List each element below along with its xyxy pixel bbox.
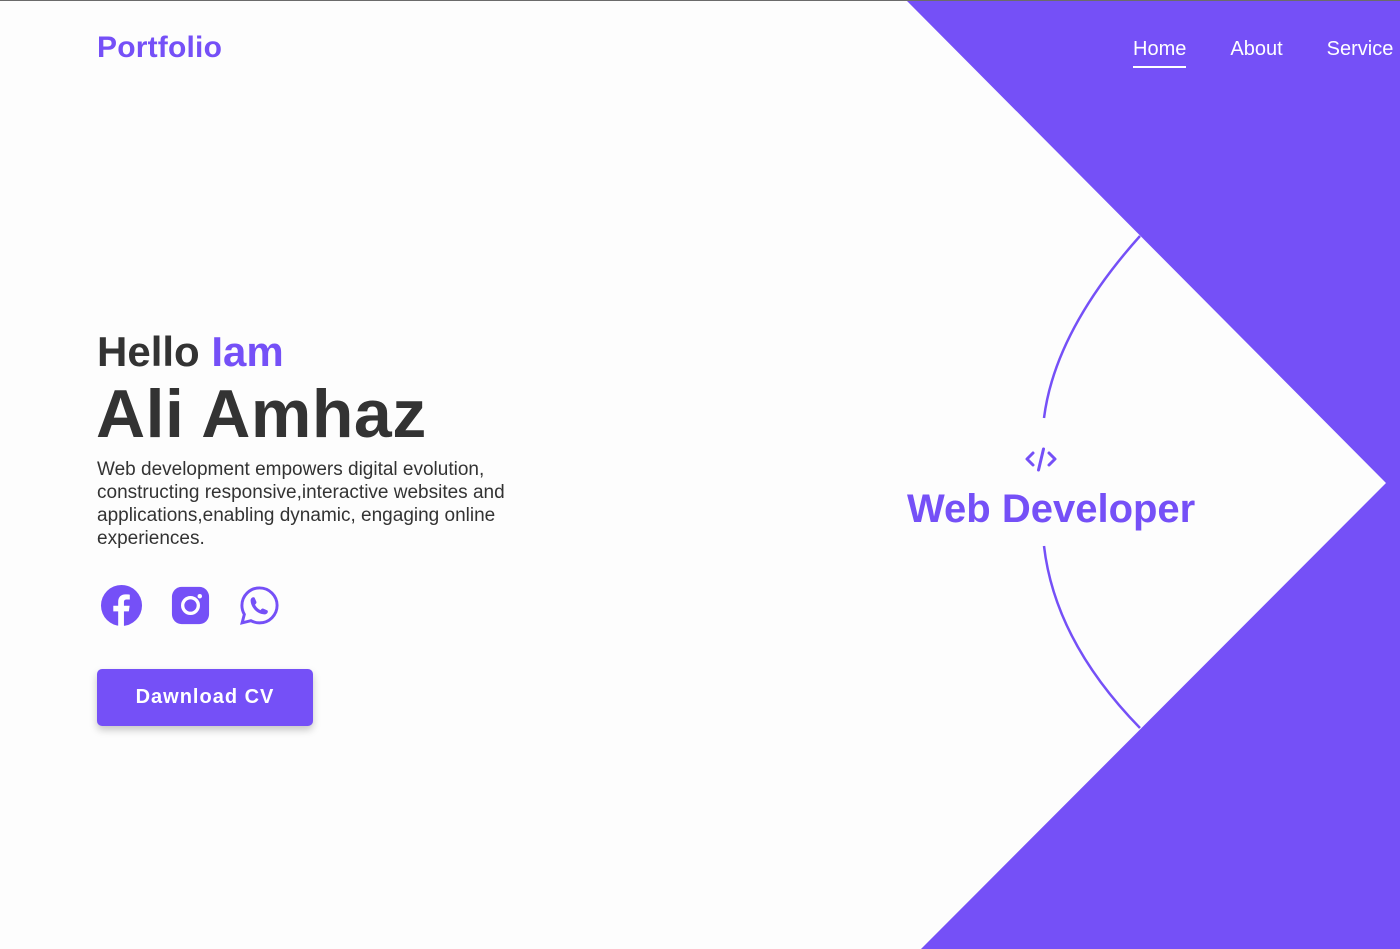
logo-link[interactable]: Portfolio bbox=[97, 31, 222, 65]
hero-greeting: Hello Iam bbox=[97, 328, 284, 376]
hero-name: Ali Amhaz bbox=[96, 376, 427, 452]
facebook-icon bbox=[100, 584, 143, 627]
instagram-icon bbox=[171, 586, 210, 625]
whatsapp-link[interactable] bbox=[238, 584, 281, 627]
download-cv-button[interactable]: Dawnload CV bbox=[97, 669, 313, 726]
decorative-arc-top bbox=[1042, 235, 1141, 419]
instagram-link[interactable] bbox=[169, 584, 212, 627]
nav-about[interactable]: About bbox=[1230, 37, 1282, 68]
nav-service[interactable]: Service bbox=[1327, 37, 1394, 68]
decorative-arc-bottom bbox=[1042, 545, 1141, 729]
nav-home[interactable]: Home bbox=[1133, 37, 1187, 68]
greeting-accent: Iam bbox=[211, 328, 284, 375]
greeting-text: Hello bbox=[97, 328, 200, 375]
hero-description: Web development empowers digital evoluti… bbox=[97, 459, 505, 549]
code-icon bbox=[1025, 447, 1057, 472]
page: Portfolio Home About Service Hello Iam A… bbox=[0, 0, 1400, 949]
role-title: Web Developer bbox=[907, 487, 1196, 531]
social-links bbox=[100, 584, 281, 627]
facebook-link[interactable] bbox=[100, 584, 143, 627]
main-nav: Home About Service bbox=[1133, 37, 1393, 68]
whatsapp-icon bbox=[240, 586, 279, 625]
